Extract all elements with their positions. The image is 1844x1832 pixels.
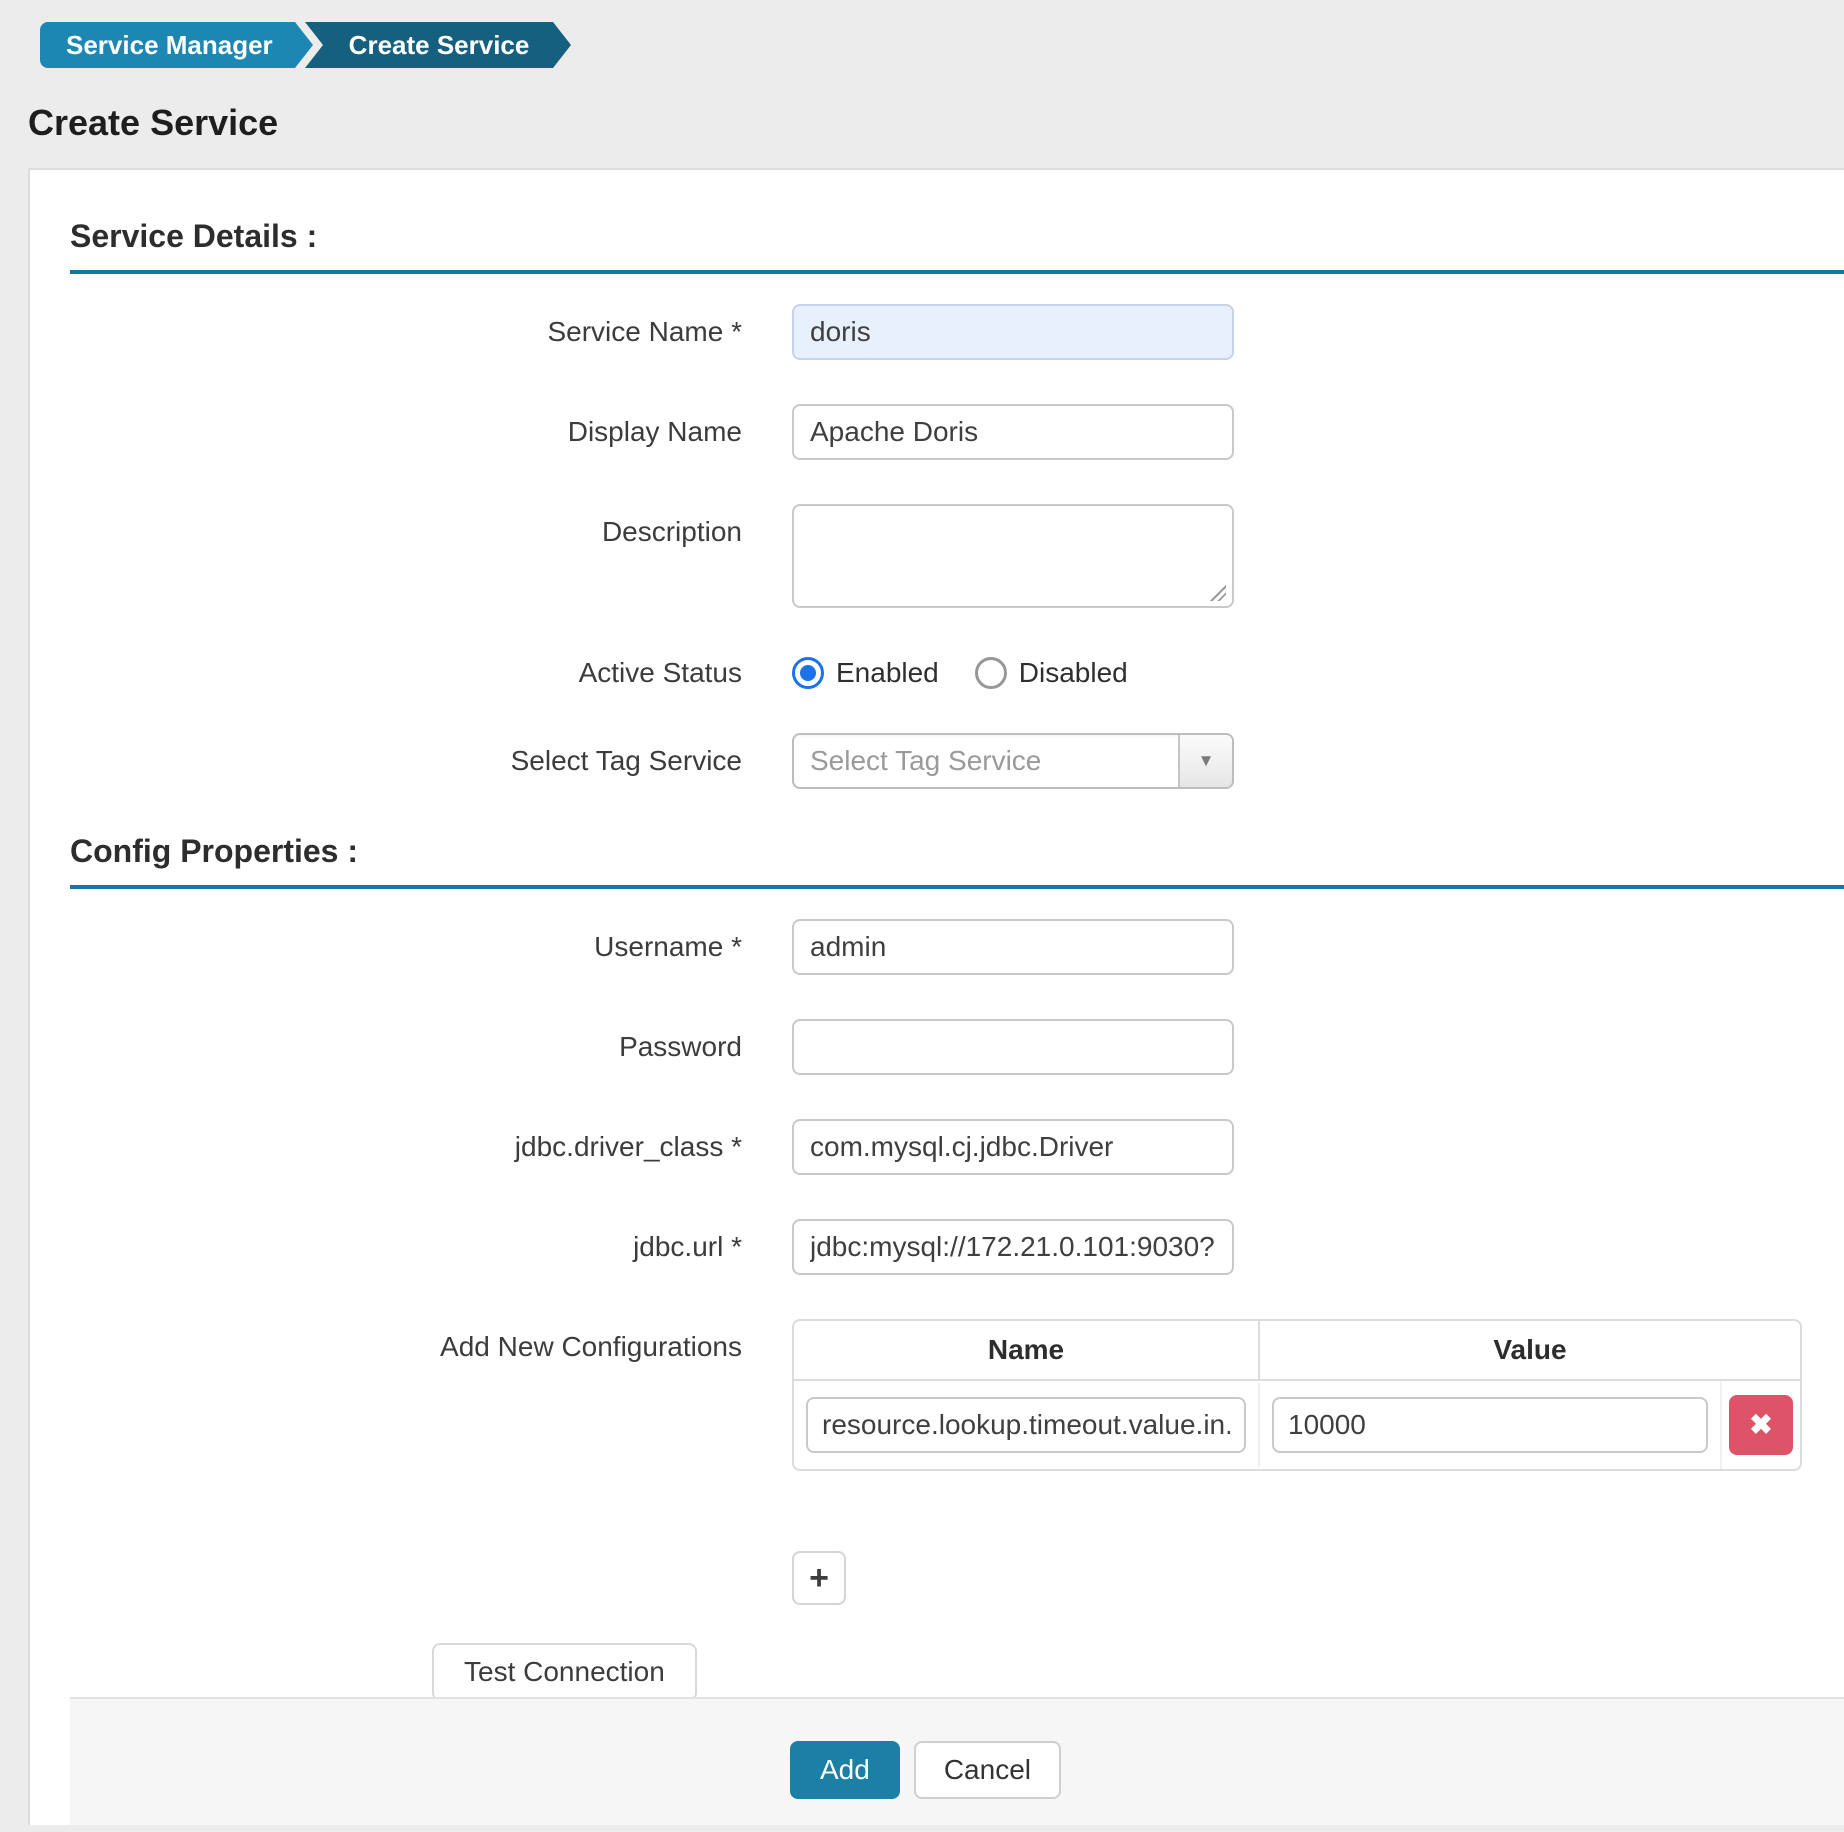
create-service-panel: Service Details : Service Name * Display… [28, 168, 1844, 1825]
jdbc-driver-class-row: jdbc.driver_class * [70, 1119, 1844, 1175]
active-status-enabled-option[interactable]: Enabled [792, 657, 939, 689]
close-icon: ✖ [1749, 1409, 1772, 1440]
display-name-label: Display Name [70, 404, 742, 448]
description-textarea[interactable] [792, 504, 1234, 608]
select-tag-service-placeholder: Select Tag Service [794, 745, 1178, 777]
config-table-row: ✖ [794, 1381, 1800, 1469]
test-connection-button[interactable]: Test Connection [432, 1643, 697, 1701]
page-title: Create Service [28, 102, 1844, 144]
display-name-input[interactable] [792, 404, 1234, 460]
add-button[interactable]: Add [790, 1741, 900, 1799]
add-new-configurations-label: Add New Configurations [70, 1319, 742, 1363]
radio-selected-icon[interactable] [792, 657, 824, 689]
select-tag-service-row: Select Tag Service Select Tag Service ▼ [70, 733, 1844, 789]
description-row: Description [70, 504, 1844, 613]
password-input[interactable] [792, 1019, 1234, 1075]
radio-unselected-icon[interactable] [975, 657, 1007, 689]
add-config-row-button[interactable]: + [792, 1551, 846, 1605]
create-service-form: Service Details : Service Name * Display… [30, 170, 1844, 1701]
select-tag-service-dropdown[interactable]: Select Tag Service ▼ [792, 733, 1234, 789]
config-name-column-header: Name [794, 1321, 1260, 1379]
config-value-input[interactable] [1272, 1397, 1708, 1453]
config-value-column-header: Value [1260, 1321, 1800, 1379]
password-label: Password [70, 1019, 742, 1063]
chevron-down-icon[interactable]: ▼ [1178, 735, 1232, 787]
config-table-header: Name Value [794, 1321, 1800, 1381]
form-actions-bar: Add Cancel [70, 1697, 1844, 1825]
description-label: Description [70, 504, 742, 548]
breadcrumb: Service Manager Create Service [40, 22, 1844, 68]
jdbc-url-label: jdbc.url * [70, 1219, 742, 1263]
active-status-disabled-option[interactable]: Disabled [975, 657, 1128, 689]
password-row: Password [70, 1019, 1844, 1075]
cancel-button[interactable]: Cancel [914, 1741, 1061, 1799]
breadcrumb-create-service[interactable]: Create Service [323, 22, 554, 68]
config-name-input[interactable] [806, 1397, 1246, 1453]
jdbc-url-input[interactable] [792, 1219, 1234, 1275]
username-label: Username * [70, 919, 742, 963]
username-input[interactable] [792, 919, 1234, 975]
jdbc-driver-class-label: jdbc.driver_class * [70, 1119, 742, 1163]
jdbc-url-row: jdbc.url * [70, 1219, 1844, 1275]
username-row: Username * [70, 919, 1844, 975]
disabled-option-label: Disabled [1019, 657, 1128, 689]
display-name-row: Display Name [70, 404, 1844, 460]
section-heading-config-properties: Config Properties : [70, 833, 1844, 870]
active-status-row: Active Status Enabled Disabled [70, 657, 1844, 689]
breadcrumb-service-manager[interactable]: Service Manager [40, 22, 295, 68]
active-status-label: Active Status [70, 657, 742, 689]
service-name-row: Service Name * [70, 304, 1844, 360]
enabled-option-label: Enabled [836, 657, 939, 689]
section-rule [70, 885, 1844, 889]
service-name-label: Service Name * [70, 304, 742, 348]
delete-config-button[interactable]: ✖ [1729, 1395, 1793, 1455]
add-new-configurations-row: Add New Configurations Name Value [70, 1319, 1844, 1471]
section-rule [70, 270, 1844, 274]
jdbc-driver-class-input[interactable] [792, 1119, 1234, 1175]
config-table: Name Value ✖ [792, 1319, 1802, 1471]
service-name-input[interactable] [792, 304, 1234, 360]
section-heading-service-details: Service Details : [70, 218, 1844, 255]
select-tag-service-label: Select Tag Service [70, 733, 742, 777]
